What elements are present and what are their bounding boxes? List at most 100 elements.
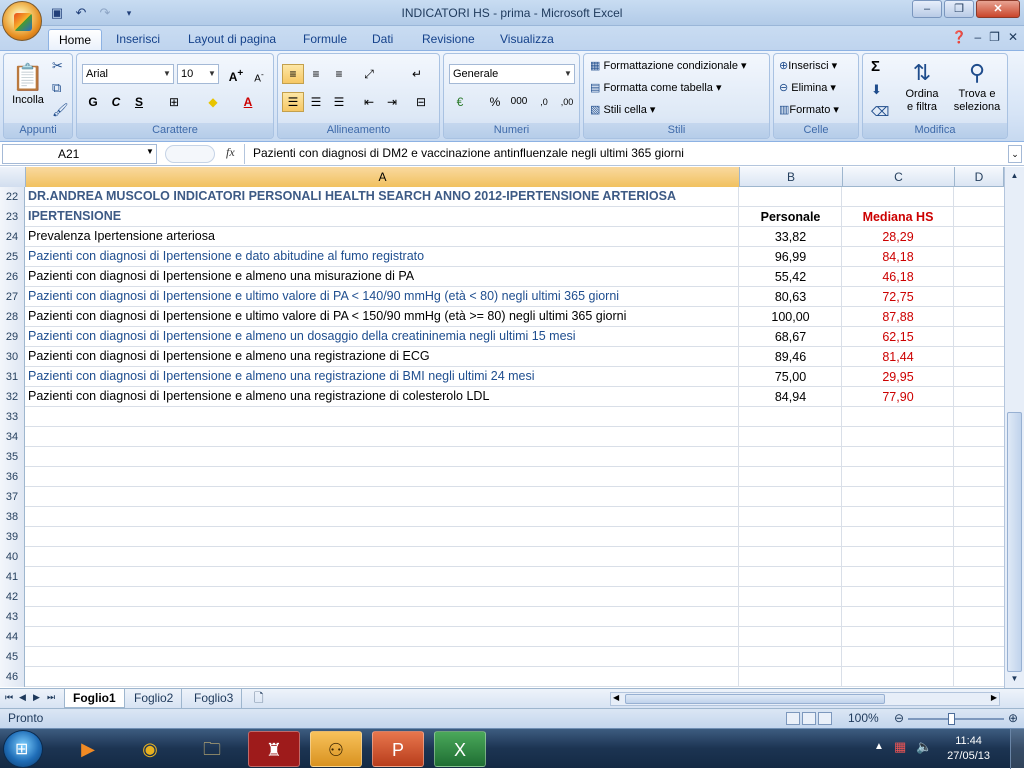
cell-a[interactable]: Pazienti con diagnosi di Ipertensione e … <box>26 327 739 347</box>
cell-c[interactable] <box>843 467 954 487</box>
tab-data[interactable]: Dati <box>362 29 403 50</box>
sheet-tab-foglio3[interactable]: Foglio3 <box>186 689 243 708</box>
font-size-select[interactable]: 10 ▼ <box>177 64 219 84</box>
cell-a[interactable] <box>26 607 739 627</box>
cell-c[interactable] <box>843 487 954 507</box>
cell-a[interactable]: Pazienti con diagnosi di Ipertensione e … <box>26 267 739 287</box>
tab-home[interactable]: Home <box>48 29 103 50</box>
row-header[interactable]: 32 <box>0 387 25 407</box>
cell-b[interactable] <box>740 467 842 487</box>
cell-d[interactable] <box>955 487 1004 507</box>
cell-a[interactable] <box>26 567 739 587</box>
cell-c[interactable] <box>843 427 954 447</box>
align-left-icon[interactable]: ☰ <box>282 92 304 112</box>
wrap-text-icon[interactable]: ↵ <box>406 64 428 84</box>
cell-d[interactable] <box>955 227 1004 247</box>
cell-c[interactable] <box>843 667 954 687</box>
tab-review[interactable]: Revisione <box>412 29 485 50</box>
cell-c[interactable] <box>843 627 954 647</box>
cell-c[interactable] <box>843 187 954 207</box>
cell-c[interactable]: 77,90 <box>843 387 954 407</box>
vertical-scroll-thumb[interactable] <box>1007 412 1022 672</box>
cell-a[interactable] <box>26 667 739 687</box>
column-header-b[interactable]: B <box>740 167 843 187</box>
cell-b[interactable] <box>740 507 842 527</box>
minimize-button[interactable]: – <box>912 0 942 18</box>
cell-b[interactable] <box>740 567 842 587</box>
media-player-icon[interactable]: ▶ <box>62 731 114 767</box>
select-all-corner[interactable] <box>0 167 26 187</box>
cell-d[interactable] <box>955 527 1004 547</box>
cell-d[interactable] <box>955 307 1004 327</box>
cell-d[interactable] <box>955 447 1004 467</box>
close-button[interactable]: ✕ <box>976 0 1020 18</box>
cell-c[interactable] <box>843 527 954 547</box>
fill-icon[interactable]: ⬇ <box>871 82 882 98</box>
row-header[interactable]: 34 <box>0 427 25 447</box>
cell-a[interactable] <box>26 647 739 667</box>
cell-a[interactable]: Pazienti con diagnosi di Ipertensione e … <box>26 367 739 387</box>
cell-c[interactable]: 62,15 <box>843 327 954 347</box>
cell-a[interactable] <box>26 547 739 567</box>
cell-b[interactable] <box>740 407 842 427</box>
expand-formula-icon[interactable]: ⌄ <box>1008 145 1022 163</box>
format-cells-button[interactable]: ▥Formato ▾ <box>779 103 839 116</box>
cell-b[interactable]: 68,67 <box>740 327 842 347</box>
doc-restore-icon[interactable]: ❐ <box>989 30 1000 44</box>
column-header-a[interactable]: A <box>26 167 740 187</box>
cell-a[interactable]: IPERTENSIONE <box>26 207 739 227</box>
restore-button[interactable]: ❐ <box>944 0 974 18</box>
cut-icon[interactable]: ✂ <box>52 58 63 74</box>
fill-color-icon[interactable]: ◆ <box>202 92 224 112</box>
cell-a[interactable]: Pazienti con diagnosi di Ipertensione e … <box>26 287 739 307</box>
cell-a[interactable] <box>26 487 739 507</box>
row-header[interactable]: 43 <box>0 607 25 627</box>
align-right-icon[interactable]: ☰ <box>328 92 350 112</box>
decrease-decimal-icon[interactable]: ,00 <box>556 92 578 112</box>
cell-c[interactable] <box>843 587 954 607</box>
find-select-button[interactable]: ⚲ Trova e seleziona <box>951 58 1003 114</box>
cell-d[interactable] <box>955 187 1004 207</box>
copy-icon[interactable]: ⧉ <box>52 80 61 96</box>
row-header[interactable]: 44 <box>0 627 25 647</box>
worksheet-grid[interactable]: A B C D 22 DR.ANDREA MUSCOLO INDICATORI P… <box>0 167 1004 688</box>
cell-d[interactable] <box>955 607 1004 627</box>
start-button[interactable]: ⊞ <box>3 730 43 768</box>
cell-b[interactable] <box>740 427 842 447</box>
row-header[interactable]: 35 <box>0 447 25 467</box>
percent-button[interactable]: % <box>484 92 506 112</box>
cell-b[interactable]: 80,63 <box>740 287 842 307</box>
zoom-out-icon[interactable]: ⊖ <box>894 711 904 725</box>
cell-d[interactable] <box>955 367 1004 387</box>
cell-d[interactable] <box>955 407 1004 427</box>
cell-b[interactable] <box>740 587 842 607</box>
horizontal-scrollbar[interactable]: ◀ ▶ <box>610 692 1000 706</box>
cell-b[interactable] <box>740 547 842 567</box>
cell-c[interactable] <box>843 607 954 627</box>
vertical-scrollbar[interactable]: ▲ ▼ <box>1004 167 1024 688</box>
paste-button[interactable]: 📋 Incolla <box>9 60 47 106</box>
cell-d[interactable] <box>955 207 1004 227</box>
explorer-icon[interactable]: 🗀 <box>186 731 238 767</box>
cell-d[interactable] <box>955 287 1004 307</box>
clear-icon[interactable]: ⌫ <box>871 104 889 120</box>
cell-b[interactable]: 84,94 <box>740 387 842 407</box>
cell-c[interactable] <box>843 547 954 567</box>
column-header-c[interactable]: C <box>843 167 955 187</box>
align-bottom-icon[interactable]: ≡ <box>328 64 350 84</box>
merge-center-icon[interactable]: ⊟ <box>410 92 432 112</box>
cell-b[interactable]: 33,82 <box>740 227 842 247</box>
row-header[interactable]: 22 <box>0 187 25 207</box>
cell-a[interactable] <box>26 627 739 647</box>
font-name-select[interactable]: Arial ▼ <box>82 64 174 84</box>
doc-close-icon[interactable]: ✕ <box>1008 30 1018 44</box>
castle-app-icon[interactable]: ♜ <box>248 731 300 767</box>
clock[interactable]: 11:44 27/05/13 <box>947 734 990 764</box>
increase-indent-icon[interactable]: ⇥ <box>381 92 403 112</box>
formula-input[interactable]: Pazienti con diagnosi di DM2 e vaccinazi… <box>244 144 1008 164</box>
cell-c[interactable]: 29,95 <box>843 367 954 387</box>
row-header[interactable]: 41 <box>0 567 25 587</box>
align-middle-icon[interactable]: ≡ <box>305 64 327 84</box>
page-break-view-icon[interactable] <box>818 712 832 725</box>
cell-b[interactable]: 55,42 <box>740 267 842 287</box>
